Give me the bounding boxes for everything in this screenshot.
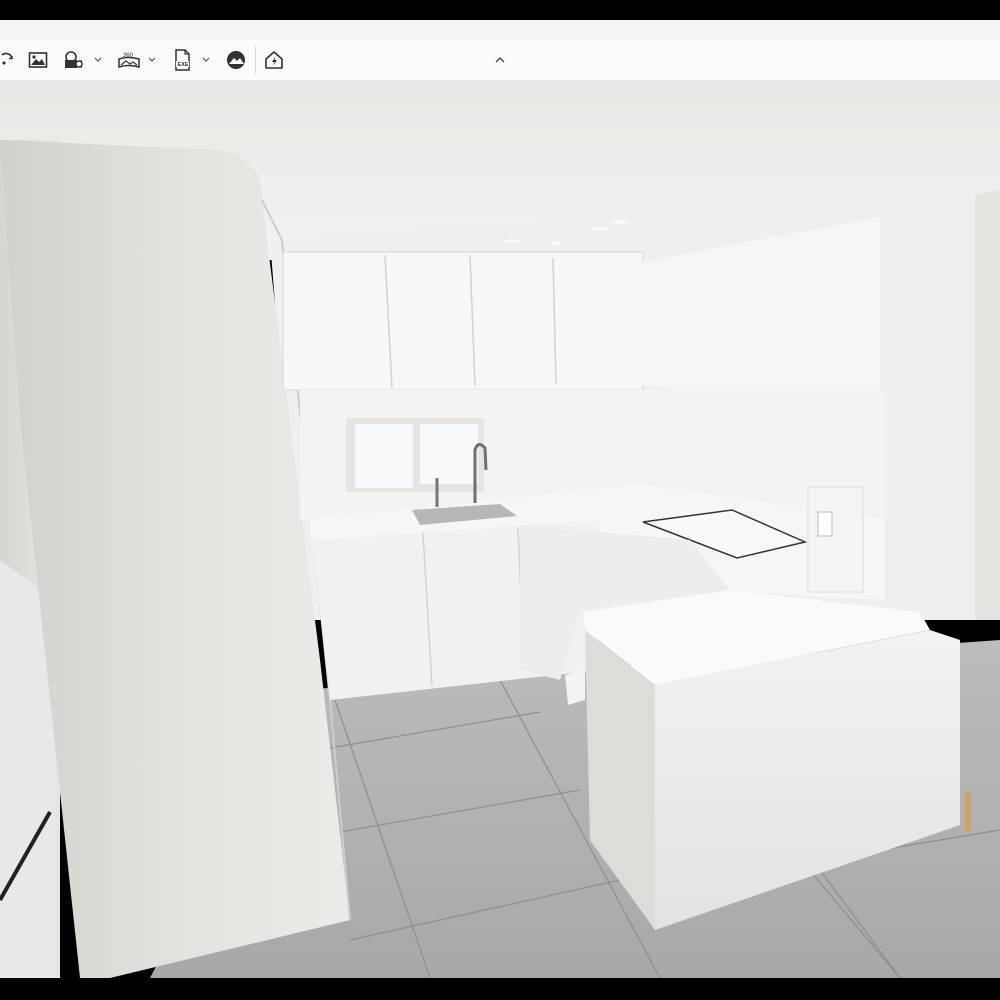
export-dropdown[interactable] <box>201 52 211 68</box>
image-icon[interactable] <box>27 48 49 72</box>
toolbar-separator <box>255 46 256 74</box>
ribbon-strip <box>0 20 1000 41</box>
panorama-360-icon[interactable]: 360 <box>117 48 141 72</box>
door-frame <box>965 792 971 832</box>
cloud-share-icon[interactable] <box>224 48 248 72</box>
viewport-3d[interactable] <box>0 80 1000 978</box>
svg-text:EXE: EXE <box>178 62 189 68</box>
countertop-appliance <box>807 486 864 593</box>
export-exe-icon[interactable]: EXE <box>172 48 192 72</box>
upper-cabinets <box>282 251 644 391</box>
window-pane-right <box>420 424 478 484</box>
window-bottom-edge <box>0 978 1000 1000</box>
render-ai-icon[interactable] <box>0 48 14 72</box>
video-render-icon[interactable] <box>63 48 85 72</box>
video-render-dropdown[interactable] <box>93 52 103 68</box>
chevron-up-icon[interactable] <box>492 50 508 70</box>
right-tall-panel <box>880 195 975 620</box>
window-pane-left <box>355 424 413 488</box>
appliance-nozzle <box>817 511 833 537</box>
window-top-edge <box>0 0 1000 20</box>
live-sync-icon[interactable] <box>263 48 285 72</box>
panorama-dropdown[interactable] <box>147 52 157 68</box>
